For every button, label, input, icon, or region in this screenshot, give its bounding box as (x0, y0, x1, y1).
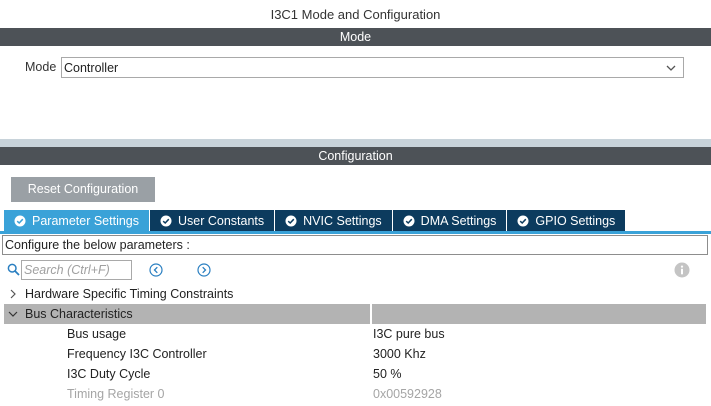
next-match-icon[interactable] (197, 263, 211, 277)
mode-select[interactable]: Controller (61, 57, 684, 78)
info-icon[interactable] (674, 262, 690, 278)
param-name: Bus usage (67, 327, 127, 341)
param-row-timing-register-0: Timing Register 0 0x00592928 (0, 384, 711, 404)
tab-dma-settings[interactable]: DMA Settings (392, 210, 508, 232)
param-name: I3C Duty Cycle (67, 367, 151, 381)
tab-parameter-settings[interactable]: Parameter Settings (4, 210, 150, 232)
check-circle-icon (403, 215, 415, 227)
mode-select-value: Controller (64, 61, 119, 75)
check-circle-icon (160, 215, 172, 227)
tab-nvic-settings[interactable]: NVIC Settings (275, 210, 393, 232)
tab-label: NVIC Settings (303, 214, 382, 228)
group-hardware-timing-constraints[interactable]: Hardware Specific Timing Constraints (4, 284, 706, 304)
search-icon (7, 263, 20, 276)
param-row-frequency[interactable]: Frequency I3C Controller 3000 Khz (0, 344, 711, 364)
group-bus-characteristics[interactable]: Bus Characteristics (4, 304, 706, 324)
search-input[interactable] (21, 260, 132, 280)
param-name: Frequency I3C Controller (67, 347, 207, 361)
mode-section-header: Mode (0, 28, 711, 46)
group-label: Hardware Specific Timing Constraints (25, 287, 234, 301)
chevron-down-icon (8, 311, 18, 317)
configure-text: Configure the below parameters : (5, 238, 190, 252)
settings-tabs: Parameter Settings User Constants NVIC S… (4, 210, 627, 232)
chevron-down-icon (666, 65, 676, 71)
window-title: I3C1 Mode and Configuration (270, 7, 441, 22)
param-value[interactable]: 3000 Khz (373, 344, 426, 364)
tab-label: User Constants (178, 214, 265, 228)
check-circle-icon (285, 215, 297, 227)
chevron-right-icon (10, 289, 16, 299)
check-circle-icon (14, 215, 26, 227)
param-row-bus-usage[interactable]: Bus usage I3C pure bus (0, 324, 711, 344)
tab-label: GPIO Settings (535, 214, 616, 228)
check-circle-icon (517, 215, 529, 227)
tab-underline (0, 231, 711, 234)
param-value[interactable]: 50 % (373, 364, 402, 384)
tab-label: Parameter Settings (32, 214, 139, 228)
mode-label: Mode (25, 60, 57, 74)
param-value: 0x00592928 (373, 387, 442, 401)
configuration-section-header: Configuration (0, 147, 711, 165)
param-value[interactable]: I3C pure bus (373, 324, 445, 344)
tab-gpio-settings[interactable]: GPIO Settings (507, 210, 627, 232)
section-divider (0, 139, 711, 147)
tab-user-constants[interactable]: User Constants (150, 210, 276, 232)
group-label: Bus Characteristics (25, 307, 133, 321)
previous-match-icon[interactable] (149, 263, 163, 277)
param-name: Timing Register 0 (67, 387, 165, 401)
reset-configuration-button[interactable]: Reset Configuration (11, 177, 155, 202)
tab-label: DMA Settings (420, 214, 497, 228)
configure-description: Configure the below parameters : (2, 235, 708, 255)
column-divider (370, 304, 372, 324)
param-row-duty-cycle[interactable]: I3C Duty Cycle 50 % (0, 364, 711, 384)
